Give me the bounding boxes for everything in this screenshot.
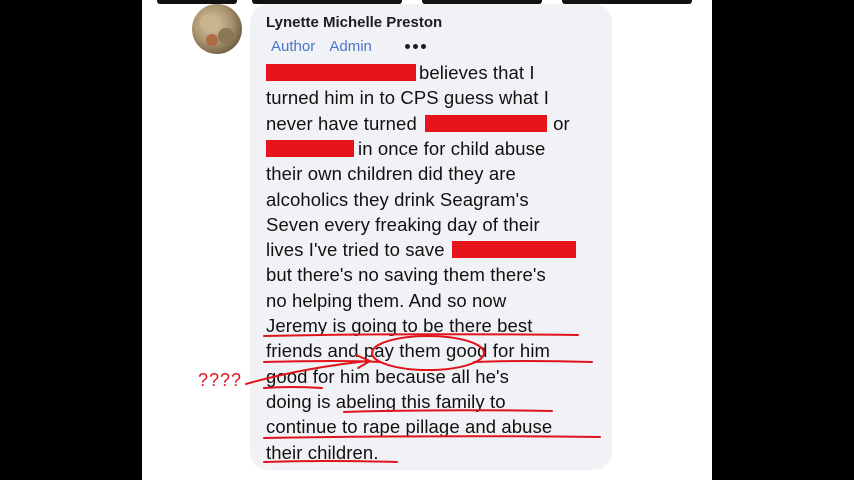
- avatar[interactable]: [192, 4, 242, 54]
- text-line: friends and pay them good for him: [266, 340, 551, 362]
- redaction-bar: [425, 114, 548, 132]
- text-line: good for him because all he's: [266, 365, 509, 387]
- ellipsis-icon[interactable]: [405, 44, 427, 50]
- text-line: but there's no saving them there's: [266, 264, 546, 286]
- redaction-bar: [266, 64, 416, 81]
- author-badge: Author: [271, 38, 316, 55]
- text-line: in once for child abuse: [266, 136, 545, 161]
- author-name[interactable]: Lynette Michelle Preston: [266, 14, 442, 31]
- author-badges: Author Admin: [271, 38, 382, 55]
- redaction-bar: [451, 241, 576, 259]
- text-line: continue to rape pillage and abuse: [266, 416, 553, 438]
- text-line: Seven every freaking day of their: [266, 213, 540, 235]
- text-line: turned him in to CPS guess what I: [266, 87, 549, 109]
- text-line: doing is abeling this family to: [266, 390, 506, 412]
- text-line: alcoholics they drink Seagram's: [266, 188, 529, 210]
- question-marks-annotation: ????: [198, 370, 243, 390]
- text-line: no helping them. And so now: [266, 289, 507, 311]
- text-line: never have turned or: [266, 112, 570, 134]
- redaction-bar: [266, 139, 354, 157]
- screenshot-frame: Lynette Michelle Preston Author Admin be…: [142, 0, 712, 480]
- text-line: their children.: [266, 441, 379, 463]
- admin-badge: Admin: [329, 38, 372, 55]
- text-line: their own children did they are: [266, 163, 516, 185]
- text-line: Jeremy is going to be there best: [266, 315, 533, 336]
- text-line: lives I've tried to save: [266, 237, 576, 262]
- text-line: believes that I: [266, 60, 535, 85]
